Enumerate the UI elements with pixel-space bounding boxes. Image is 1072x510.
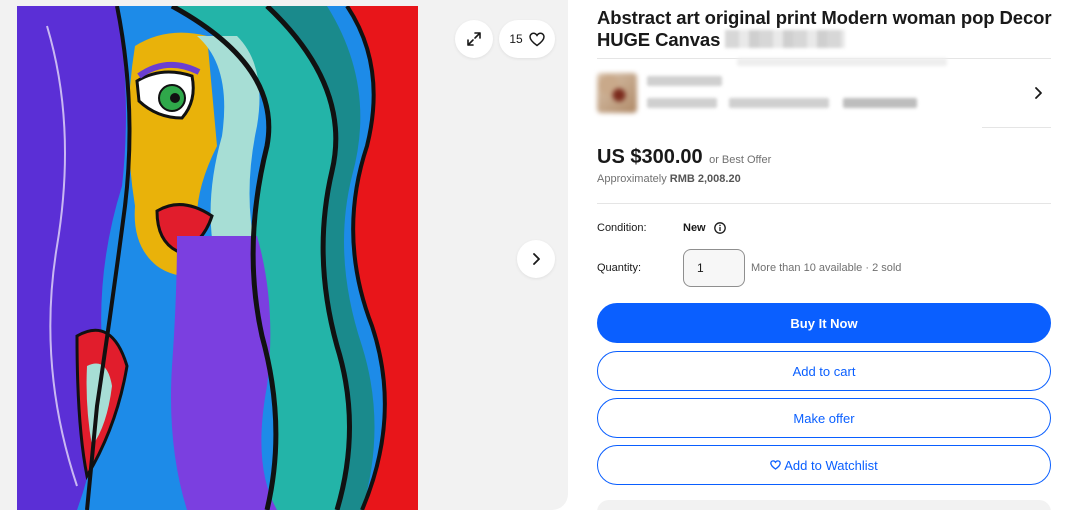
redacted-seller-stats xyxy=(729,98,829,108)
add-to-cart-button[interactable]: Add to cart xyxy=(597,351,1051,391)
condition-label: Condition: xyxy=(597,222,647,234)
chevron-right-icon xyxy=(533,253,540,265)
seller-avatar xyxy=(597,73,637,113)
divider xyxy=(982,127,1051,128)
info-icon[interactable] xyxy=(713,222,726,234)
expand-icon xyxy=(467,32,481,46)
heart-icon xyxy=(770,460,782,470)
redacted-seller-name xyxy=(647,76,722,86)
condition-value: New xyxy=(683,222,726,234)
expand-image-button[interactable] xyxy=(455,20,493,58)
redacted-seller-link xyxy=(843,98,917,108)
redacted-seller-feedback xyxy=(647,98,717,108)
approx-price: Approximately RMB 2,008.20 xyxy=(597,173,741,185)
divider xyxy=(597,203,1051,204)
add-to-watchlist-button[interactable]: Add to Watchlist xyxy=(597,445,1051,485)
make-offer-button[interactable]: Make offer xyxy=(597,398,1051,438)
watch-count: 15 xyxy=(509,32,523,46)
abstract-woman-painting xyxy=(17,6,418,510)
product-image[interactable] xyxy=(17,6,418,510)
price-row: US $300.00 or Best Offer xyxy=(597,146,771,169)
watchlist-label: Add to Watchlist xyxy=(784,457,878,473)
image-gallery: 15 xyxy=(0,0,568,510)
best-offer-label: or Best Offer xyxy=(709,154,772,166)
shipping-card xyxy=(597,500,1051,510)
listing-title: Abstract art original print Modern woman… xyxy=(597,7,1052,50)
redacted-title-text xyxy=(725,30,846,48)
buy-it-now-button[interactable]: Buy It Now xyxy=(597,303,1051,343)
chevron-right-icon xyxy=(1035,87,1042,99)
redacted-seller-extra xyxy=(737,58,947,66)
next-image-button[interactable] xyxy=(517,240,555,278)
seller-info[interactable] xyxy=(597,58,1051,125)
item-price: US $300.00 xyxy=(597,146,703,168)
quantity-label: Quantity: xyxy=(597,262,642,274)
quantity-input[interactable] xyxy=(683,249,745,287)
watch-count-button[interactable]: 15 xyxy=(499,20,555,58)
heart-icon xyxy=(528,32,545,46)
availability-text: More than 10 available · 2 sold xyxy=(751,262,902,274)
